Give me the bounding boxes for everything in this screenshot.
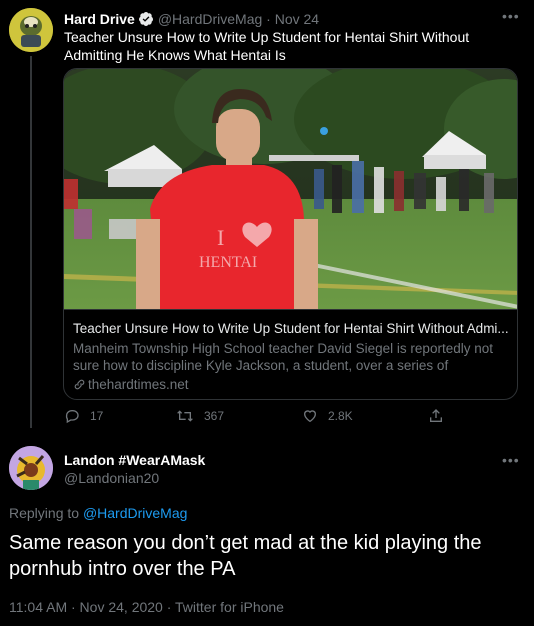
tweet2-text: Same reason you don’t get mad at the kid… bbox=[9, 532, 482, 580]
tweet1-more-options-icon[interactable]: ••• bbox=[502, 8, 520, 24]
card-description: Manheim Township High School teacher Dav… bbox=[73, 341, 493, 373]
replying-to: Replying to @HardDriveMag bbox=[9, 504, 187, 522]
card-body: Teacher Unsure How to Write Up Student f… bbox=[64, 309, 517, 399]
retweet-icon bbox=[177, 410, 193, 422]
thread-connector-line bbox=[30, 56, 32, 428]
share-icon bbox=[430, 409, 442, 422]
card-domain-text: thehardtimes.net bbox=[88, 377, 189, 392]
reply-button[interactable]: 17 bbox=[64, 406, 103, 426]
like-button[interactable]: 2.8K bbox=[302, 406, 353, 426]
tweet2-more-options-icon[interactable]: ••• bbox=[502, 452, 520, 468]
card-photo: I HENTAI bbox=[64, 69, 517, 309]
link-icon bbox=[74, 379, 85, 390]
tweet2-handle[interactable]: @Landonian20 bbox=[64, 469, 159, 487]
replying-handle-link[interactable]: @HardDriveMag bbox=[83, 505, 187, 521]
share-button[interactable] bbox=[428, 406, 454, 426]
card-domain: thehardtimes.net bbox=[73, 376, 189, 393]
tweet1-date[interactable]: Nov 24 bbox=[275, 11, 319, 27]
tweet1-handle[interactable]: @HardDriveMag bbox=[158, 11, 262, 27]
retweet-count: 367 bbox=[204, 409, 225, 423]
replying-prefix: Replying to bbox=[9, 505, 83, 521]
like-count: 2.8K bbox=[328, 409, 353, 423]
link-preview-card[interactable]: I HENTAI Teacher Unsure How to Write Up … bbox=[63, 68, 518, 400]
tweet2-timestamp[interactable]: 11:04 AM · Nov 24, 2020 · Twitter for iP… bbox=[9, 598, 284, 616]
tweet1-author-name[interactable]: Hard Drive bbox=[64, 11, 135, 27]
retweet-button[interactable]: 367 bbox=[176, 406, 224, 426]
shirt-word: HENTAI bbox=[199, 254, 257, 271]
avatar-landon[interactable] bbox=[9, 446, 53, 490]
reply-count: 17 bbox=[90, 409, 104, 423]
card-title[interactable]: Teacher Unsure How to Write Up Student f… bbox=[73, 320, 513, 337]
heart-icon bbox=[303, 410, 317, 423]
verified-badge-icon bbox=[138, 12, 153, 26]
shirt-letter-i: I bbox=[217, 225, 224, 250]
tweet1-text: Teacher Unsure How to Write Up Student f… bbox=[64, 29, 470, 63]
reply-icon bbox=[65, 410, 79, 424]
avatar-hard-drive[interactable] bbox=[9, 8, 53, 52]
tweet1-separator: · bbox=[262, 11, 275, 27]
tweet1-header: Hard Drive @HardDriveMag · Nov 24 bbox=[64, 10, 319, 28]
hard-drive-logo-icon bbox=[9, 8, 53, 52]
tweet2-author-name[interactable]: Landon #WearAMask bbox=[64, 451, 205, 469]
landon-avatar-icon bbox=[9, 446, 53, 490]
